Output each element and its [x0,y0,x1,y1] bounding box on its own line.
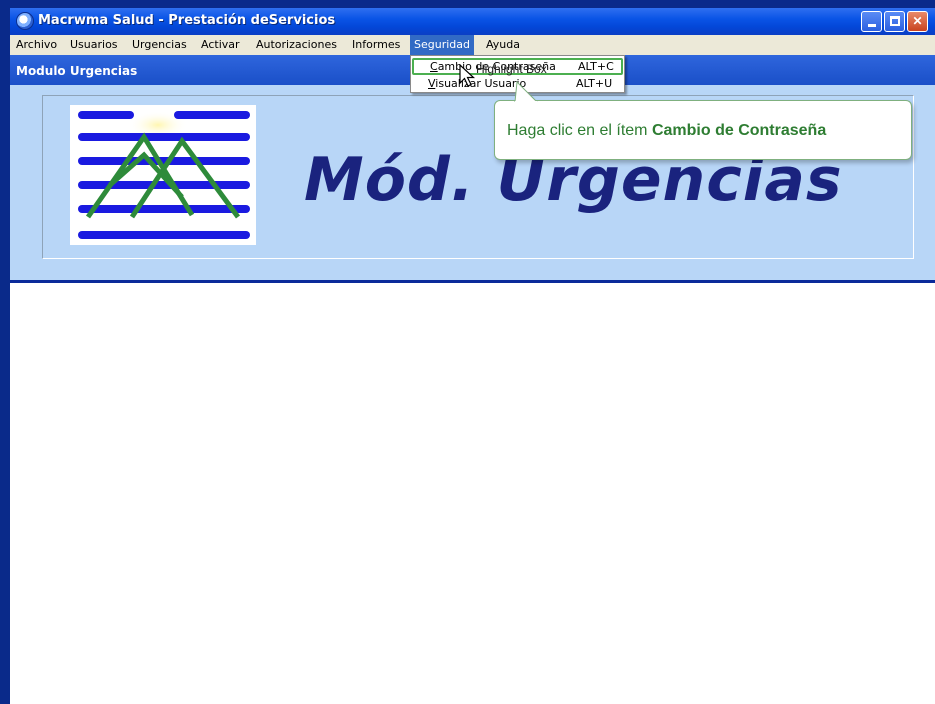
title-bar: Macrwma Salud - Prestación deServicios ✕ [10,8,935,35]
highlight-box-label: Highlight Box [476,62,547,76]
menu-item-shortcut: ALT+C [578,60,614,73]
logo-icon [78,111,250,239]
close-icon: ✕ [912,14,923,28]
menu-informes[interactable]: Informes [348,35,404,55]
menu-archivo[interactable]: Archivo [12,35,61,55]
menu-activar[interactable]: Activar [197,35,244,55]
window-title: Macrwma Salud - Prestación deServicios [38,13,336,28]
main-content-area [10,283,935,704]
app-window: Macrwma Salud - Prestación deServicios ✕… [0,0,935,704]
menu-item-shortcut: ALT+U [576,77,613,90]
app-icon[interactable] [16,12,34,30]
menu-urgencias[interactable]: Urgencias [128,35,191,55]
callout-text: Haga clic en el ítem Cambio de Contraseñ… [507,122,827,139]
menu-autorizaciones[interactable]: Autorizaciones [252,35,341,55]
menu-ayuda[interactable]: Ayuda [482,35,524,55]
callout-pointer-icon [514,81,538,103]
minimize-icon [867,24,876,27]
menu-bar: Archivo Usuarios Urgencias Activar Autor… [10,35,935,55]
menu-usuarios[interactable]: Usuarios [66,35,122,55]
minimize-button[interactable] [861,11,882,32]
logo [70,105,256,245]
maximize-button[interactable] [884,11,905,32]
close-button[interactable]: ✕ [907,11,928,32]
module-title: Modulo Urgencias [16,64,138,78]
menu-seguridad[interactable]: Seguridad [410,35,474,55]
maximize-icon [889,16,900,26]
mouse-cursor-icon [459,64,476,87]
tutorial-callout: Haga clic en el ítem Cambio de Contraseñ… [494,81,912,160]
